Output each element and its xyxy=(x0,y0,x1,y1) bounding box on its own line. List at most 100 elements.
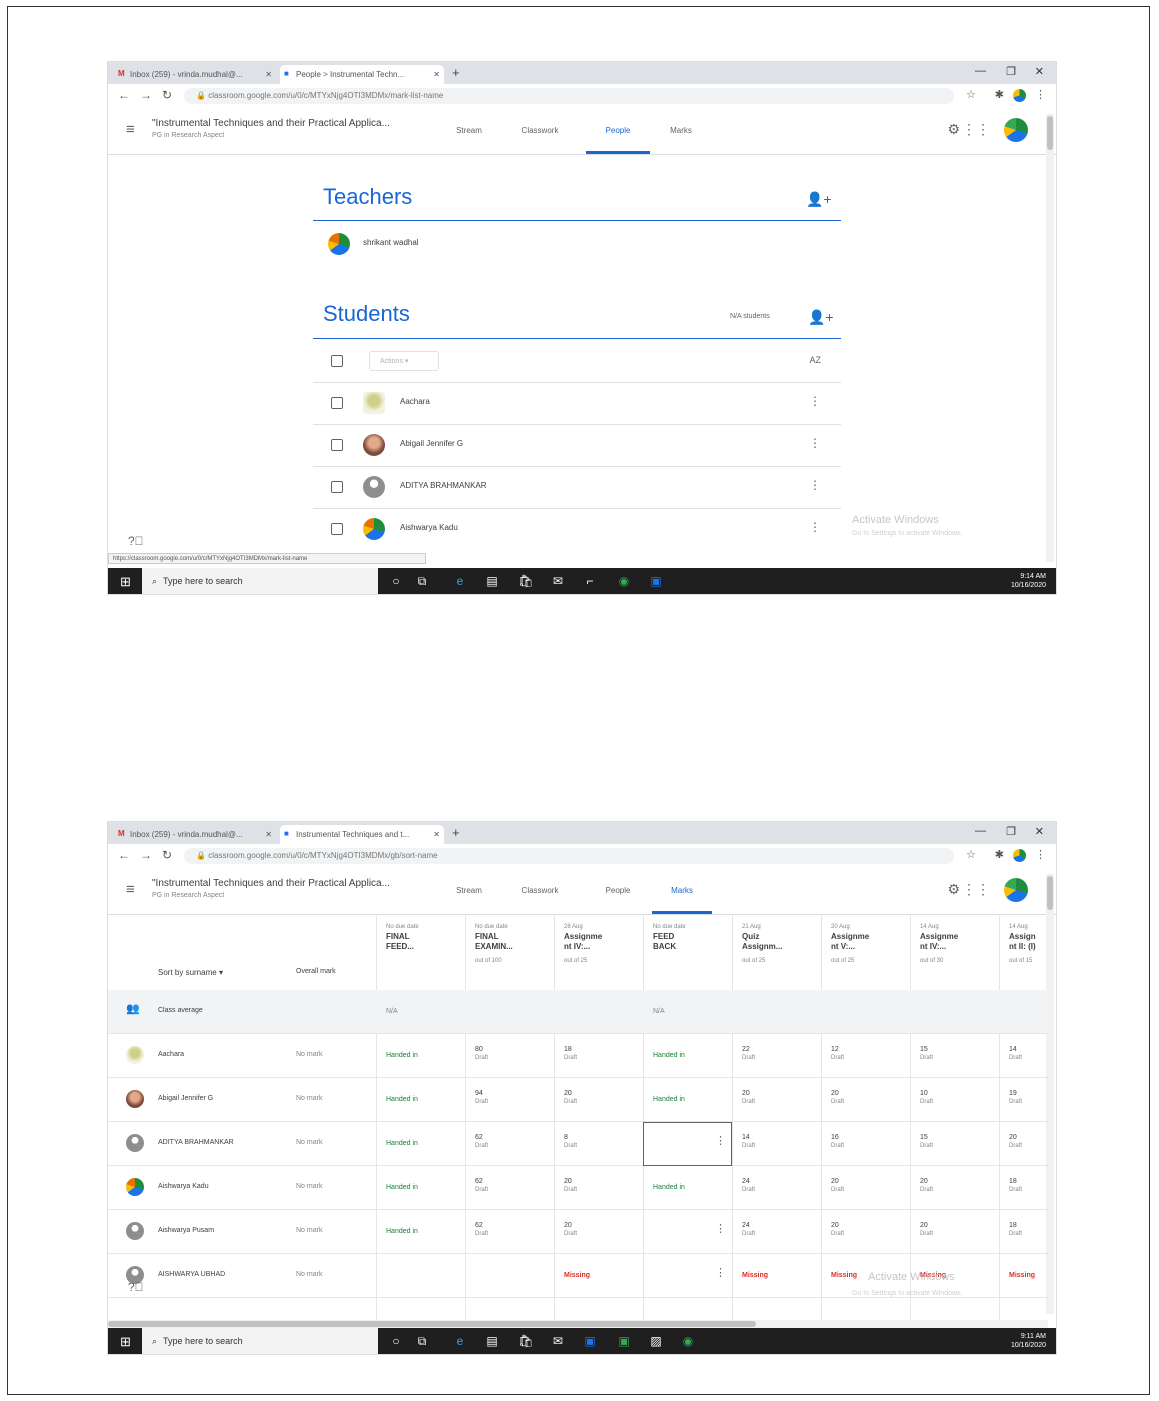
sort-dropdown[interactable]: Sort by surname ▾ xyxy=(158,968,223,977)
browser-tab-classroom[interactable]: ■ People > Instrumental Techn... ✕ xyxy=(280,65,444,84)
student-checkbox[interactable] xyxy=(331,481,343,493)
word-icon[interactable]: ▣ xyxy=(648,573,664,589)
close-icon[interactable]: ✕ xyxy=(433,825,440,844)
file-explorer-icon[interactable]: ▤ xyxy=(484,573,500,589)
chrome-icon[interactable]: ◉ xyxy=(680,1333,696,1349)
student-checkbox[interactable] xyxy=(331,523,343,535)
tab-stream[interactable]: Stream xyxy=(444,868,494,914)
forward-icon[interactable]: → xyxy=(140,88,152,102)
more-vert-icon[interactable]: ⋮ xyxy=(1035,88,1046,101)
tab-stream[interactable]: Stream xyxy=(444,108,494,154)
grade-cell[interactable]: 62 Draft xyxy=(475,1221,488,1239)
extensions-icon[interactable]: ✱ xyxy=(995,848,1004,861)
url-field[interactable]: 🔒 classroom.google.com/u/0/c/MTYxNjg4OTI… xyxy=(184,88,954,104)
minimize-icon[interactable]: — xyxy=(975,825,986,837)
grade-cell[interactable]: Handed in xyxy=(386,1227,418,1236)
new-tab-button[interactable]: + xyxy=(452,825,460,841)
star-icon[interactable]: ☆ xyxy=(966,848,976,861)
apps-grid-icon[interactable]: ⋮⋮ xyxy=(962,881,990,898)
reload-icon[interactable]: ↻ xyxy=(162,88,172,102)
invite-teacher-icon[interactable]: 👤+ xyxy=(806,191,832,208)
sort-az-icon[interactable]: AZ xyxy=(809,355,821,365)
grade-cell[interactable]: 80 Draft xyxy=(475,1045,488,1063)
tab-classwork[interactable]: Classwork xyxy=(508,108,572,154)
student-name[interactable]: Abigail Jennifer G xyxy=(158,1095,213,1102)
grade-cell[interactable]: 20 Draft xyxy=(831,1177,844,1195)
grade-cell[interactable]: 24 Draft xyxy=(742,1221,755,1239)
grade-cell[interactable]: 18 Draft xyxy=(564,1045,577,1063)
store-icon[interactable]: 🛍 xyxy=(518,1333,534,1349)
cortana-icon[interactable]: ○ xyxy=(388,1333,404,1349)
select-all-checkbox[interactable] xyxy=(331,355,343,367)
assignment-column-header[interactable]: 20 Aug Assignme nt V:... out of 25 xyxy=(831,922,869,966)
more-vert-icon[interactable]: ⋮ xyxy=(715,1224,726,1235)
grade-cell[interactable]: Missing xyxy=(1009,1271,1035,1280)
mail-icon[interactable]: ✉ xyxy=(550,573,566,589)
grade-cell[interactable]: 94 Draft xyxy=(475,1089,488,1107)
grade-cell[interactable]: Handed in xyxy=(386,1095,418,1104)
student-name[interactable]: Aishwarya Pusam xyxy=(158,1227,214,1234)
task-view-icon[interactable]: ⧉ xyxy=(414,573,430,589)
mail-icon[interactable]: ✉ xyxy=(550,1333,566,1349)
taskbar-search[interactable]: ⌕ Type here to search xyxy=(142,568,378,594)
cortana-icon[interactable]: ○ xyxy=(388,573,404,589)
page-scrollbar[interactable] xyxy=(1046,114,1054,562)
student-name[interactable]: Aishwarya Kadu xyxy=(158,1183,209,1190)
grade-cell[interactable]: 20 Draft xyxy=(564,1089,577,1107)
grade-cell[interactable]: 20 Draft xyxy=(564,1221,577,1239)
grade-cell[interactable]: 15 Draft xyxy=(920,1133,933,1151)
average-cell[interactable]: N/A xyxy=(653,1007,665,1016)
grade-cell[interactable]: 14 Draft xyxy=(742,1133,755,1151)
app-icon[interactable]: ⌐ xyxy=(582,573,598,589)
edge-icon[interactable]: e xyxy=(452,1333,468,1349)
new-tab-button[interactable]: + xyxy=(452,65,460,81)
student-name[interactable]: ADITYA BRAHMANKAR xyxy=(158,1139,234,1146)
grade-cell[interactable]: 62 Draft xyxy=(475,1177,488,1195)
assignment-column-header[interactable]: 28 Aug Assignme nt IV:... out of 25 xyxy=(564,922,602,966)
more-vert-icon[interactable]: ⋮ xyxy=(809,520,821,534)
grade-cell[interactable]: 20 Draft xyxy=(1009,1133,1022,1151)
grade-cell[interactable]: 22 Draft xyxy=(742,1045,755,1063)
grade-cell[interactable]: 16 Draft xyxy=(831,1133,844,1151)
grade-cell[interactable]: 24 Draft xyxy=(742,1177,755,1195)
menu-icon[interactable]: ≡ xyxy=(126,121,135,138)
tab-classwork[interactable]: Classwork xyxy=(508,868,572,914)
minimize-icon[interactable]: — xyxy=(975,65,986,77)
tab-marks[interactable]: Marks xyxy=(652,868,712,914)
grade-cell[interactable]: 14 Draft xyxy=(1009,1045,1022,1063)
tab-people[interactable]: People xyxy=(586,108,650,154)
grade-cell[interactable]: 10 Draft xyxy=(920,1089,933,1107)
student-row[interactable]: Aishwarya Kadu ⋮ xyxy=(313,510,841,551)
invite-student-icon[interactable]: 👤+ xyxy=(808,309,834,326)
menu-icon[interactable]: ≡ xyxy=(126,881,135,898)
assignment-column-header[interactable]: 14 Aug Assignme nt IV:... out of 30 xyxy=(920,922,958,966)
word-icon[interactable]: ▣ xyxy=(582,1333,598,1349)
window-close-icon[interactable]: ✕ xyxy=(1035,825,1044,838)
system-tray[interactable]: 9:11 AM 10/16/2020 xyxy=(1011,1332,1046,1350)
windows-start-icon[interactable]: ⊞ xyxy=(120,1334,131,1350)
browser-tab-gmail[interactable]: M Inbox (259) - vrinda.mudhal@... ✕ xyxy=(114,65,276,84)
grade-cell[interactable]: Handed in xyxy=(386,1139,418,1148)
account-avatar[interactable] xyxy=(1004,878,1028,902)
back-icon[interactable]: ← xyxy=(118,88,130,102)
scrollbar-thumb[interactable] xyxy=(1047,876,1053,910)
class-title[interactable]: "Instrumental Techniques and their Pract… xyxy=(152,118,390,129)
back-icon[interactable]: ← xyxy=(118,848,130,862)
grade-cell[interactable]: 19 Draft xyxy=(1009,1089,1022,1107)
close-icon[interactable]: ✕ xyxy=(265,65,272,84)
task-view-icon[interactable]: ⧉ xyxy=(414,1333,430,1349)
grade-cell[interactable]: Handed in xyxy=(653,1051,685,1060)
extensions-icon[interactable]: ✱ xyxy=(995,88,1004,101)
grade-cell[interactable]: 15 Draft xyxy=(920,1045,933,1063)
edge-icon[interactable]: e xyxy=(452,573,468,589)
grade-cell[interactable]: Missing xyxy=(564,1271,590,1280)
assignment-column-header[interactable]: No due date FEED BACK xyxy=(653,922,686,956)
grade-cell[interactable]: 20 Draft xyxy=(742,1089,755,1107)
forward-icon[interactable]: → xyxy=(140,848,152,862)
window-close-icon[interactable]: ✕ xyxy=(1035,65,1044,78)
student-row[interactable]: Aachara ⋮ xyxy=(313,384,841,425)
grade-cell[interactable]: Missing xyxy=(742,1271,768,1280)
assignment-column-header[interactable]: 14 Aug Assign nt II: (I) out of 15 xyxy=(1009,922,1036,966)
maximize-icon[interactable]: ❐ xyxy=(1006,65,1016,78)
assignment-column-header[interactable]: No due date FINAL FEED... xyxy=(386,922,419,956)
